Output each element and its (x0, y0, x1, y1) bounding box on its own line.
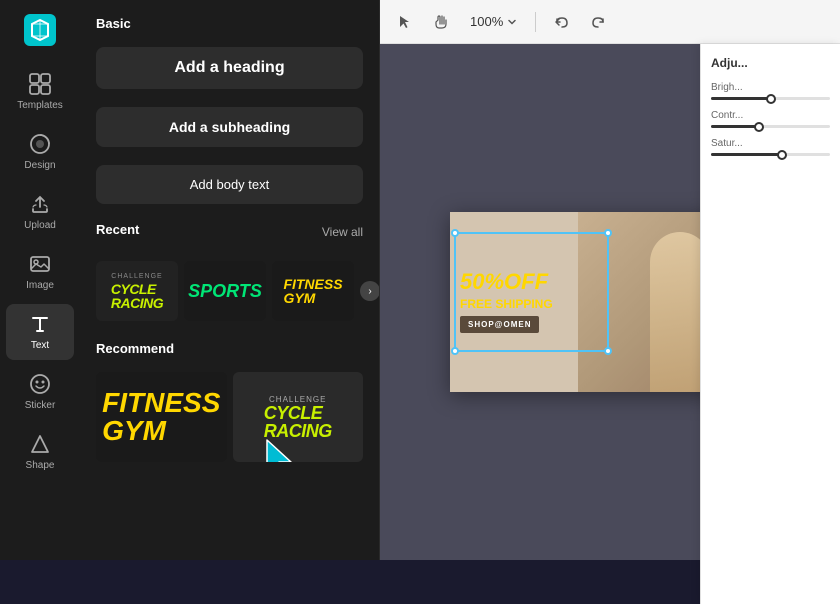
basic-section-title: Basic (96, 16, 363, 31)
sidebar-item-sticker[interactable]: Sticker (6, 364, 74, 420)
brightness-slider[interactable] (711, 97, 830, 100)
recent-thumb-fitness-gym[interactable]: FITNESSGYM (272, 261, 354, 321)
recommend-cycle-racing[interactable]: CHALLENGE CYCLERACING (233, 372, 364, 462)
zoom-value: 100% (470, 14, 503, 29)
sidebar-item-label: Shape (26, 460, 55, 472)
recommend-fitness-gym[interactable]: FITNESSGYM (96, 372, 227, 462)
sports-text: SPORTS (188, 281, 262, 302)
text-panel: Basic Add a heading Add a subheading Add… (80, 0, 380, 560)
recent-thumb-cycle-racing[interactable]: CHALLENGE CYCLERACING (96, 261, 178, 321)
add-subheading-button[interactable]: Add a subheading (96, 107, 363, 147)
recent-section-header: Recent View all (96, 222, 363, 241)
adjust-panel: Adju... Brigh... Contr... Satur... (700, 44, 840, 604)
upload-icon (28, 192, 52, 216)
sidebar-item-label: Text (31, 340, 49, 352)
challenge-label: CHALLENGE (111, 273, 162, 280)
sidebar-item-label: Image (26, 280, 54, 292)
recent-thumb-sports[interactable]: SPORTS (184, 261, 266, 321)
design-icon (28, 132, 52, 156)
saturation-fill (711, 153, 782, 156)
zoom-control[interactable]: 100% (464, 10, 523, 33)
sidebar-item-shape[interactable]: Shape (6, 424, 74, 480)
add-heading-button[interactable]: Add a heading (96, 47, 363, 89)
saturation-row: Satur... (711, 138, 830, 156)
canvas-area: 100% (380, 0, 840, 560)
view-all-link[interactable]: View all (322, 225, 363, 239)
hand-tool[interactable] (428, 8, 456, 36)
add-body-button[interactable]: Add body text (96, 165, 363, 204)
saturation-label: Satur... (711, 138, 830, 149)
sidebar-item-image[interactable]: Image (6, 244, 74, 300)
sidebar-item-label: Sticker (25, 400, 56, 412)
saturation-slider[interactable] (711, 153, 830, 156)
undo-button[interactable] (548, 8, 576, 36)
sidebar-item-design[interactable]: Design (6, 124, 74, 180)
fitness-gym-big-text: FITNESSGYM (102, 389, 220, 445)
sticker-icon (28, 372, 52, 396)
contrast-handle (754, 122, 764, 132)
app-logo[interactable] (22, 12, 58, 48)
recommend-grid: FITNESSGYM CHALLENGE CYCLERACING (96, 372, 363, 462)
sidebar-item-templates[interactable]: Templates (6, 64, 74, 120)
free-shipping-text: FREE SHIPPING (460, 297, 600, 311)
adjust-panel-title: Adju... (711, 56, 830, 70)
brightness-fill (711, 97, 771, 100)
cursor-icon (263, 438, 303, 462)
image-icon (28, 252, 52, 276)
scroll-right-arrow[interactable]: › (360, 281, 380, 301)
rec-cycle-racing-text: CYCLERACING (264, 404, 332, 440)
contrast-slider[interactable] (711, 125, 830, 128)
fitness-gym-text: FITNESSGYM (283, 277, 342, 305)
sidebar-item-label: Templates (17, 100, 63, 112)
recommend-section-title: Recommend (96, 341, 363, 356)
text-icon (28, 312, 52, 336)
contrast-label: Contr... (711, 110, 830, 121)
sidebar-item-upload[interactable]: Upload (6, 184, 74, 240)
grid-icon (28, 72, 52, 96)
recent-grid: CHALLENGE CYCLERACING SPORTS FITNESSGYM … (96, 261, 363, 321)
brightness-label: Brigh... (711, 82, 830, 93)
shop-button-text: SHOP@OMEN (460, 316, 539, 333)
canvas-toolbar: 100% (380, 0, 840, 44)
redo-button[interactable] (584, 8, 612, 36)
shape-icon (28, 432, 52, 456)
sidebar-item-text[interactable]: Text (6, 304, 74, 360)
brightness-handle (766, 94, 776, 104)
recent-section-title: Recent (96, 222, 139, 237)
fifty-off-text: 50%OFF (460, 271, 600, 293)
brightness-row: Brigh... (711, 82, 830, 100)
toolbar-divider (535, 12, 536, 32)
sidebar-item-label: Upload (24, 220, 56, 232)
sidebar: Templates Design Upload (0, 0, 80, 560)
cycle-racing-text: CYCLERACING (111, 282, 163, 310)
cursor-tool[interactable] (392, 8, 420, 36)
saturation-handle (777, 150, 787, 160)
contrast-row: Contr... (711, 110, 830, 128)
contrast-fill (711, 125, 759, 128)
banner-content: 50%OFF FREE SHIPPING SHOP@OMEN (450, 212, 610, 392)
sidebar-item-label: Design (24, 160, 55, 172)
